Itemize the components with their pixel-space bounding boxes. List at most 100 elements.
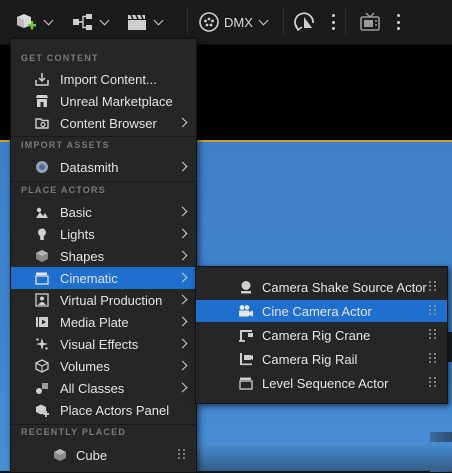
menu-item-label: Datasmith xyxy=(60,159,119,175)
drag-handle-icon[interactable] xyxy=(429,305,437,317)
cinematic-submenu: Camera Shake Source Actor Cine Camera Ac… xyxy=(195,266,448,404)
menu-item-datasmith[interactable]: Datasmith xyxy=(11,156,196,178)
menu-item-label: Visual Effects xyxy=(60,336,139,352)
blueprint-button[interactable] xyxy=(72,8,110,36)
divider xyxy=(11,424,196,425)
chevron-right-icon xyxy=(177,382,188,393)
menu-item-volumes[interactable]: Volumes xyxy=(11,355,196,377)
submenu-item-label: Cine Camera Actor xyxy=(262,304,372,319)
drag-handle-icon[interactable] xyxy=(429,281,437,293)
clapperboard-icon xyxy=(126,13,148,31)
basic-icon xyxy=(35,205,49,219)
menu-item-label: Basic xyxy=(60,204,92,220)
add-actor-icon xyxy=(14,11,38,33)
chevron-right-icon xyxy=(177,117,188,128)
chevron-down-icon xyxy=(258,15,269,25)
chevron-down-icon xyxy=(43,15,54,25)
submenu-item-camera-shake-source-actor[interactable]: Camera Shake Source Actor xyxy=(196,276,447,298)
submenu-item-cine-camera-actor[interactable]: Cine Camera Actor xyxy=(196,300,447,322)
add-content-button[interactable] xyxy=(14,8,54,36)
drag-handle-icon[interactable] xyxy=(178,449,186,461)
menu-item-basic[interactable]: Basic xyxy=(11,201,196,223)
dmx-icon xyxy=(198,11,220,33)
menu-item-import-content[interactable]: Import Content... xyxy=(11,68,196,90)
cinematic-icon xyxy=(35,271,49,285)
menu-item-label: Media Plate xyxy=(60,314,129,330)
menu-item-cinematic[interactable]: Cinematic xyxy=(11,267,196,289)
submenu-item-label: Camera Shake Source Actor xyxy=(262,280,427,295)
simulate-icon xyxy=(294,11,318,33)
chevron-right-icon xyxy=(177,161,188,172)
cube-icon xyxy=(53,448,67,462)
recent-item-label: Cube xyxy=(76,447,108,463)
chevron-right-icon xyxy=(177,250,188,261)
menu-item-all-classes[interactable]: All Classes xyxy=(11,377,196,399)
broadcast-icon xyxy=(358,11,382,33)
datasmith-icon xyxy=(35,160,49,174)
light-icon xyxy=(35,227,49,241)
toolbar-divider xyxy=(345,8,346,36)
menu-item-place-actors-panel[interactable]: Place Actors Panel xyxy=(11,399,196,421)
dmx-button[interactable]: DMX xyxy=(198,8,269,36)
media-plate-icon xyxy=(35,315,49,329)
play-options-button[interactable] xyxy=(331,14,335,30)
section-header-get-content: GET CONTENT xyxy=(21,53,99,63)
chevron-right-icon xyxy=(177,294,188,305)
menu-item-label: Import Content... xyxy=(60,71,157,87)
viewport-ground xyxy=(195,442,452,471)
chevron-right-icon xyxy=(177,228,188,239)
drag-handle-icon[interactable] xyxy=(429,377,437,389)
menu-item-virtual-production[interactable]: Virtual Production xyxy=(11,289,196,311)
broadcast-button[interactable] xyxy=(358,8,382,36)
blueprint-icon xyxy=(72,13,94,31)
visual-effects-icon xyxy=(35,337,49,351)
menu-item-label: Virtual Production xyxy=(60,292,163,308)
marketplace-icon xyxy=(35,94,49,108)
play-mode-button[interactable] xyxy=(294,8,318,36)
menu-item-lights[interactable]: Lights xyxy=(11,223,196,245)
menu-item-content-browser[interactable]: Content Browser xyxy=(11,112,196,134)
menu-item-media-plate[interactable]: Media Plate xyxy=(11,311,196,333)
camera-shake-icon xyxy=(238,280,254,294)
import-icon xyxy=(35,72,49,86)
menu-item-visual-effects[interactable]: Visual Effects xyxy=(11,333,196,355)
menu-item-label: Volumes xyxy=(60,358,110,374)
chevron-right-icon xyxy=(177,360,188,371)
submenu-item-label: Level Sequence Actor xyxy=(262,376,389,391)
volumes-icon xyxy=(35,359,49,373)
submenu-item-label: Camera Rig Crane xyxy=(262,328,371,343)
section-header-recently-placed: RECENTLY PLACED xyxy=(21,427,127,437)
platforms-options-button[interactable] xyxy=(396,14,400,30)
drag-handle-icon[interactable] xyxy=(429,353,437,365)
submenu-item-level-sequence-actor[interactable]: Level Sequence Actor xyxy=(196,372,447,394)
chevron-right-icon xyxy=(177,338,188,349)
toolbar-divider xyxy=(283,8,284,36)
menu-item-label: Cinematic xyxy=(60,270,118,286)
divider xyxy=(11,181,196,182)
content-browser-icon xyxy=(35,116,49,130)
menu-item-label: Unreal Marketplace xyxy=(60,93,173,109)
cinematics-button[interactable] xyxy=(126,8,164,36)
chevron-right-icon xyxy=(177,206,188,217)
menu-item-label: Shapes xyxy=(60,248,105,264)
submenu-item-label: Camera Rig Rail xyxy=(262,352,358,367)
chevron-right-icon xyxy=(177,316,188,327)
recent-item-cube[interactable]: Cube xyxy=(11,444,196,466)
dmx-label: DMX xyxy=(224,14,253,30)
chevron-down-icon xyxy=(99,15,110,25)
section-header-import-assets: IMPORT ASSETS xyxy=(21,140,110,150)
cine-camera-icon xyxy=(238,304,254,318)
add-content-menu: GET CONTENT Import Content... Unreal Mar… xyxy=(10,38,197,473)
virtual-production-icon xyxy=(35,293,49,307)
submenu-item-camera-rig-rail[interactable]: Camera Rig Rail xyxy=(196,348,447,370)
drag-handle-icon[interactable] xyxy=(429,329,437,341)
submenu-item-camera-rig-crane[interactable]: Camera Rig Crane xyxy=(196,324,447,346)
shapes-icon xyxy=(35,249,49,263)
menu-item-label: Content Browser xyxy=(60,115,157,131)
menu-item-shapes[interactable]: Shapes xyxy=(11,245,196,267)
menu-item-label: All Classes xyxy=(60,380,125,396)
menu-item-unreal-marketplace[interactable]: Unreal Marketplace xyxy=(11,90,196,112)
level-sequence-icon xyxy=(238,376,254,390)
chevron-right-icon xyxy=(177,272,188,283)
divider xyxy=(11,136,196,137)
